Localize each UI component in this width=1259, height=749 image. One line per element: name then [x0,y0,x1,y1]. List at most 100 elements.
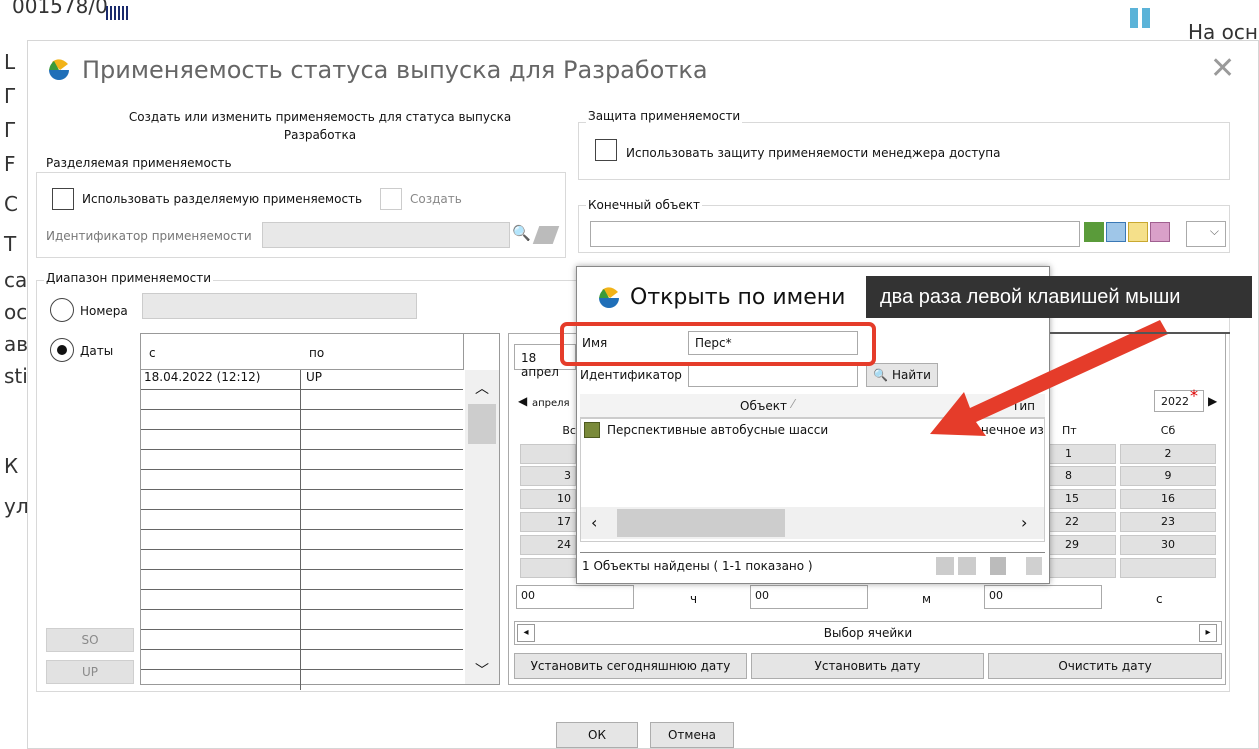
calendar-day[interactable]: 10 [520,489,576,509]
dialog-description: Создать или изменить применяемость для с… [128,110,512,142]
table-row[interactable] [141,410,463,430]
calendar-day[interactable]: 23 [1120,512,1216,532]
open-icon[interactable] [1106,222,1126,242]
seconds-field[interactable]: 00 [984,585,1102,609]
day-header-sun: Вс [562,424,576,437]
table-row[interactable]: 18.04.2022 (12:12) UP [141,370,463,390]
search-icon[interactable]: 🔍 [512,224,532,244]
seconds-unit: с [1156,592,1163,606]
create-checkbox[interactable] [380,188,402,210]
results-hscroll[interactable]: ‹ › [581,507,1044,539]
end-item-icon [584,422,600,438]
prev-page-icon[interactable] [936,557,954,575]
calendar-day[interactable]: 3 [520,466,576,486]
results-count: 1 Объекты найдены ( 1-1 показано ) [582,559,813,573]
scroll-down-icon[interactable]: ﹀ [475,660,489,680]
dialog-title: Применяемость статуса выпуска для Разраб… [82,56,708,84]
use-protection-label: Использовать защиту применяемости менедж… [626,146,1001,160]
scroll-up-icon[interactable]: ︿ [475,378,489,398]
hours-unit: ч [690,592,698,606]
hours-field[interactable]: 00 [516,585,634,609]
up-button[interactable]: UP [46,660,134,684]
clear-date-button[interactable]: Очистить дату [988,653,1222,679]
copy-results-icon[interactable] [1026,557,1042,575]
identifier-field[interactable] [688,363,858,387]
table-row[interactable] [141,670,463,690]
protection-legend: Защита применяемости [586,109,743,123]
calendar-day[interactable]: 16 [1120,489,1216,509]
next-month-icon[interactable]: ▶ [1208,394,1217,408]
copy-icon[interactable] [1128,222,1148,242]
scroll-right-icon[interactable]: ▸ [1199,624,1217,642]
month-label: апреля [532,398,570,409]
paste-arrow-icon[interactable] [1084,222,1104,242]
scroll-thumb[interactable] [468,404,496,444]
close-icon[interactable]: ✕ [1210,54,1235,84]
dates-radio[interactable] [50,338,74,362]
calendar-day[interactable]: 2 [1120,444,1216,464]
table-row[interactable] [141,490,463,510]
calendar-day[interactable]: 9 [1120,466,1216,486]
calendar-day[interactable]: 24 [520,535,576,555]
show-all-icon[interactable] [990,557,1006,575]
calendar-day[interactable] [1120,558,1216,578]
table-row[interactable] [141,570,463,590]
numbers-radio[interactable] [50,298,74,322]
end-item-field[interactable] [590,221,1080,247]
table-row[interactable] [141,590,463,610]
shared-applicability-legend: Разделяемая применяемость [44,156,234,170]
set-date-button[interactable]: Установить дату [751,653,984,679]
so-button[interactable]: SO [46,628,134,652]
chevron-right-icon[interactable]: › [1021,513,1027,532]
table-row[interactable] [141,510,463,530]
results-status-bar: 1 Объекты найдены ( 1-1 показано ) [580,552,1045,578]
end-item-dropdown[interactable]: ⌵ [1186,221,1226,247]
result-name: Перспективные автобусные шасси [607,423,829,437]
popup-title: Открыть по имени [630,285,846,310]
table-header: с по [141,334,464,370]
set-today-button[interactable]: Установить сегодняшнюю дату [514,653,747,679]
range-legend: Диапазон применяемости [44,271,214,285]
applicability-id-label: Идентификатор применяемости [46,229,252,243]
use-shared-checkbox[interactable] [52,188,74,210]
popup-logo-icon [596,284,622,310]
table-row[interactable] [141,610,463,630]
table-row[interactable] [141,450,463,470]
calendar-day[interactable]: 30 [1120,535,1216,555]
table-row[interactable] [141,550,463,570]
ok-button[interactable]: ОК [556,722,638,748]
use-shared-label: Использовать разделяемую применяемость [82,192,363,206]
use-protection-checkbox[interactable] [595,139,617,161]
table-row[interactable] [141,650,463,670]
find-button[interactable]: 🔍 Найти [866,363,938,387]
table-row[interactable] [141,630,463,650]
qr-icon [106,6,128,20]
next-page-icon[interactable] [958,557,976,575]
sort-icon: ⁄ [792,397,795,411]
hscroll-thumb[interactable] [617,509,785,537]
table-row[interactable] [141,390,463,410]
end-item-legend: Конечный объект [586,198,702,212]
identifier-label: Идентификатор [580,368,682,382]
table-row[interactable] [141,530,463,550]
applicability-id-field[interactable] [262,222,510,248]
clear-icon[interactable] [1150,222,1170,242]
cell-select-scrollbar[interactable]: ◂ Выбор ячейки ▸ [514,621,1222,645]
prev-month-icon[interactable]: ◀ [518,394,527,408]
calendar-day[interactable] [520,558,576,578]
numbers-field[interactable] [142,293,417,319]
minutes-field[interactable]: 00 [750,585,868,609]
table-row[interactable] [141,430,463,450]
color-bars-icon [1130,8,1160,28]
col-from-header: с [149,346,156,360]
calendar-day[interactable] [520,444,576,464]
highlight-frame [560,322,876,366]
table-scrollbar[interactable]: ︿ ﹀ [465,370,499,684]
calendar-day[interactable]: 17 [520,512,576,532]
cell-select-label: Выбор ячейки [823,626,913,640]
col-object-header[interactable]: Объект [740,399,787,413]
background-left-fragments: L Г Г F С Т са ос ав sti К ул [4,50,29,518]
table-row[interactable] [141,470,463,490]
chevron-left-icon[interactable]: ‹ [591,513,597,532]
cancel-button[interactable]: Отмена [650,722,734,748]
